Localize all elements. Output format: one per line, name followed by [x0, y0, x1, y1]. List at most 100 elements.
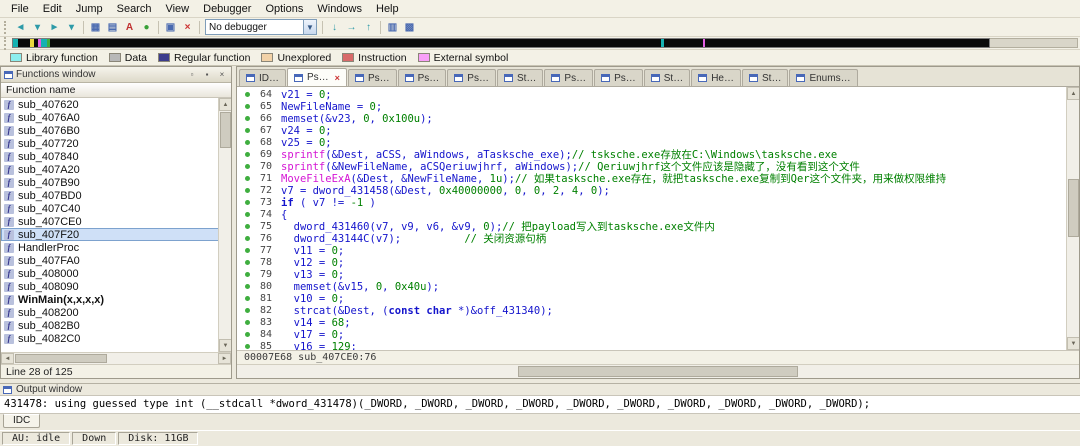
- view-tab-0-id[interactable]: ID…: [239, 69, 286, 86]
- function-row-sub-4076a0[interactable]: fsub_4076A0: [1, 111, 231, 124]
- view-tab-6-ps[interactable]: Ps…: [544, 69, 593, 86]
- close-icon[interactable]: ×: [335, 73, 340, 83]
- view-tab-1-ps[interactable]: Ps…×: [287, 68, 347, 86]
- step-over-icon[interactable]: →: [343, 20, 360, 35]
- code-line[interactable]: 64v21 = 0;: [237, 89, 1079, 101]
- scroll-up-icon[interactable]: ▲: [219, 98, 231, 111]
- navigation-band[interactable]: [12, 38, 990, 48]
- code-line[interactable]: 79 v13 = 0;: [237, 269, 1079, 281]
- scroll-down-icon[interactable]: ▼: [219, 339, 231, 352]
- windows-list-icon[interactable]: ▥: [384, 20, 401, 35]
- toolbar-grip[interactable]: [4, 21, 8, 34]
- run-until-return-icon[interactable]: ↑: [360, 20, 377, 35]
- function-row-sub-407720[interactable]: fsub_407720: [1, 137, 231, 150]
- view-tab-5-st[interactable]: St…: [497, 69, 543, 86]
- code-line[interactable]: 80 memset(&v15, 0, 0x40u);: [237, 281, 1079, 293]
- function-row-sub-408090[interactable]: fsub_408090: [1, 280, 231, 293]
- pseudocode-view[interactable]: 64v21 = 0;65NewFileName = 0;66memset(&v2…: [237, 87, 1079, 350]
- code-line[interactable]: 82 strcat(&Dest, (const char *)&off_4313…: [237, 305, 1079, 317]
- function-row-sub-407a20[interactable]: fsub_407A20: [1, 163, 231, 176]
- view-tab-8-st[interactable]: St…: [644, 69, 690, 86]
- scroll-left-icon[interactable]: ◄: [1, 353, 14, 364]
- code-line[interactable]: 77 v11 = 0;: [237, 245, 1079, 257]
- dock-window-icon[interactable]: ▪: [201, 69, 213, 81]
- scrollbar-thumb[interactable]: [220, 112, 231, 148]
- navigate-back-icon[interactable]: ◄: [12, 20, 29, 35]
- desktop-layout-icon[interactable]: ▩: [401, 20, 418, 35]
- code-line[interactable]: 72v7 = dword_431458(&Dest, 0x40000000, 0…: [237, 185, 1079, 197]
- scrollbar-thumb[interactable]: [15, 354, 107, 363]
- menu-jump[interactable]: Jump: [69, 2, 110, 16]
- code-line[interactable]: 81 v10 = 0;: [237, 293, 1079, 305]
- code-line[interactable]: 66memset(&v23, 0, 0x100u);: [237, 113, 1079, 125]
- open-file-icon[interactable]: ▦: [87, 20, 104, 35]
- function-row-sub-407b90[interactable]: fsub_407B90: [1, 176, 231, 189]
- menu-edit[interactable]: Edit: [36, 2, 69, 16]
- navigate-forward-icon[interactable]: ►: [46, 20, 63, 35]
- view-tab-3-ps[interactable]: Ps…: [398, 69, 447, 86]
- menu-view[interactable]: View: [158, 2, 196, 16]
- code-line[interactable]: 74{: [237, 209, 1079, 221]
- view-tab-10-st[interactable]: St…: [742, 69, 788, 86]
- chevron-down-icon[interactable]: ▼: [303, 20, 316, 34]
- code-line[interactable]: 69sprintf(&Dest, aCSS, aWindows, aTasksc…: [237, 149, 1079, 161]
- function-row-handlerproc[interactable]: fHandlerProc: [1, 241, 231, 254]
- code-line[interactable]: 83 v14 = 68;: [237, 317, 1079, 329]
- float-window-icon[interactable]: ▫: [186, 69, 198, 81]
- menu-file[interactable]: File: [4, 2, 36, 16]
- scrollbar-thumb[interactable]: [518, 366, 798, 377]
- code-line[interactable]: 70sprintf(&NewFileName, aCSQeriuwjhrf, a…: [237, 161, 1079, 173]
- code-line[interactable]: 68v25 = 0;: [237, 137, 1079, 149]
- view-tab-11-enums[interactable]: Enums…: [789, 69, 857, 86]
- function-row-sub-407c40[interactable]: fsub_407C40: [1, 202, 231, 215]
- function-row-sub-4082b0[interactable]: fsub_4082B0: [1, 319, 231, 332]
- start-process-icon[interactable]: ●: [138, 20, 155, 35]
- code-line[interactable]: 71MoveFileExA(&Dest, &NewFileName, 1u);/…: [237, 173, 1079, 185]
- menu-options[interactable]: Options: [258, 2, 310, 16]
- code-line[interactable]: 84 v17 = 0;: [237, 329, 1079, 341]
- close-icon[interactable]: ×: [216, 69, 228, 81]
- cancel-analysis-icon[interactable]: ×: [179, 20, 196, 35]
- code-line[interactable]: 73if ( v7 != -1 ): [237, 197, 1079, 209]
- step-into-icon[interactable]: ↓: [326, 20, 343, 35]
- toolbar-grip[interactable]: [4, 37, 8, 50]
- view-tab-2-ps[interactable]: Ps…: [348, 69, 397, 86]
- debugger-select[interactable]: No debugger ▼: [205, 19, 317, 35]
- function-row-sub-407fa0[interactable]: fsub_407FA0: [1, 254, 231, 267]
- menu-windows[interactable]: Windows: [310, 2, 369, 16]
- tab-idc[interactable]: IDC: [3, 414, 40, 428]
- code-line[interactable]: 78 v12 = 0;: [237, 257, 1079, 269]
- names-window-icon[interactable]: A: [121, 20, 138, 35]
- view-tab-7-ps[interactable]: Ps…: [594, 69, 643, 86]
- scroll-down-icon[interactable]: ▼: [1067, 337, 1079, 350]
- code-line[interactable]: 75 dword_431460(v7, v9, v6, &v9, 0);// 把…: [237, 221, 1079, 233]
- view-tab-4-ps[interactable]: Ps…: [447, 69, 496, 86]
- scroll-up-icon[interactable]: ▲: [1067, 87, 1079, 100]
- function-row-sub-408000[interactable]: fsub_408000: [1, 267, 231, 280]
- function-row-sub-4076b0[interactable]: fsub_4076B0: [1, 124, 231, 137]
- forward-history-icon[interactable]: ▾: [63, 20, 80, 35]
- output-log-line[interactable]: 431478: using guessed type int (__stdcal…: [0, 396, 1080, 414]
- menu-debugger[interactable]: Debugger: [196, 2, 258, 16]
- function-row-sub-407f20[interactable]: fsub_407F20: [1, 228, 231, 241]
- code-line[interactable]: 85 v16 = 129;: [237, 341, 1079, 350]
- code-line[interactable]: 76 dword_43144C(v7); // 关闭资源句柄: [237, 233, 1079, 245]
- code-line[interactable]: 65NewFileName = 0;: [237, 101, 1079, 113]
- function-name-column-header[interactable]: Function name: [1, 83, 231, 98]
- function-row-sub-407ce0[interactable]: fsub_407CE0: [1, 215, 231, 228]
- function-row-winmain-x-x-x-x[interactable]: fWinMain(x,x,x,x): [1, 293, 231, 306]
- function-row-sub-408200[interactable]: fsub_408200: [1, 306, 231, 319]
- function-row-sub-407bd0[interactable]: fsub_407BD0: [1, 189, 231, 202]
- function-row-sub-407620[interactable]: fsub_407620: [1, 98, 231, 111]
- view-tab-9-he[interactable]: He…: [691, 69, 741, 86]
- scrollbar-thumb[interactable]: [1068, 179, 1079, 237]
- function-row-sub-407840[interactable]: fsub_407840: [1, 150, 231, 163]
- menu-help[interactable]: Help: [369, 2, 406, 16]
- code-line[interactable]: 67v24 = 0;: [237, 125, 1079, 137]
- breakpoints-icon[interactable]: ▣: [162, 20, 179, 35]
- save-database-icon[interactable]: ▤: [104, 20, 121, 35]
- scroll-right-icon[interactable]: ►: [218, 353, 231, 364]
- back-history-icon[interactable]: ▾: [29, 20, 46, 35]
- menu-search[interactable]: Search: [110, 2, 159, 16]
- function-row-sub-4082c0[interactable]: fsub_4082C0: [1, 332, 231, 345]
